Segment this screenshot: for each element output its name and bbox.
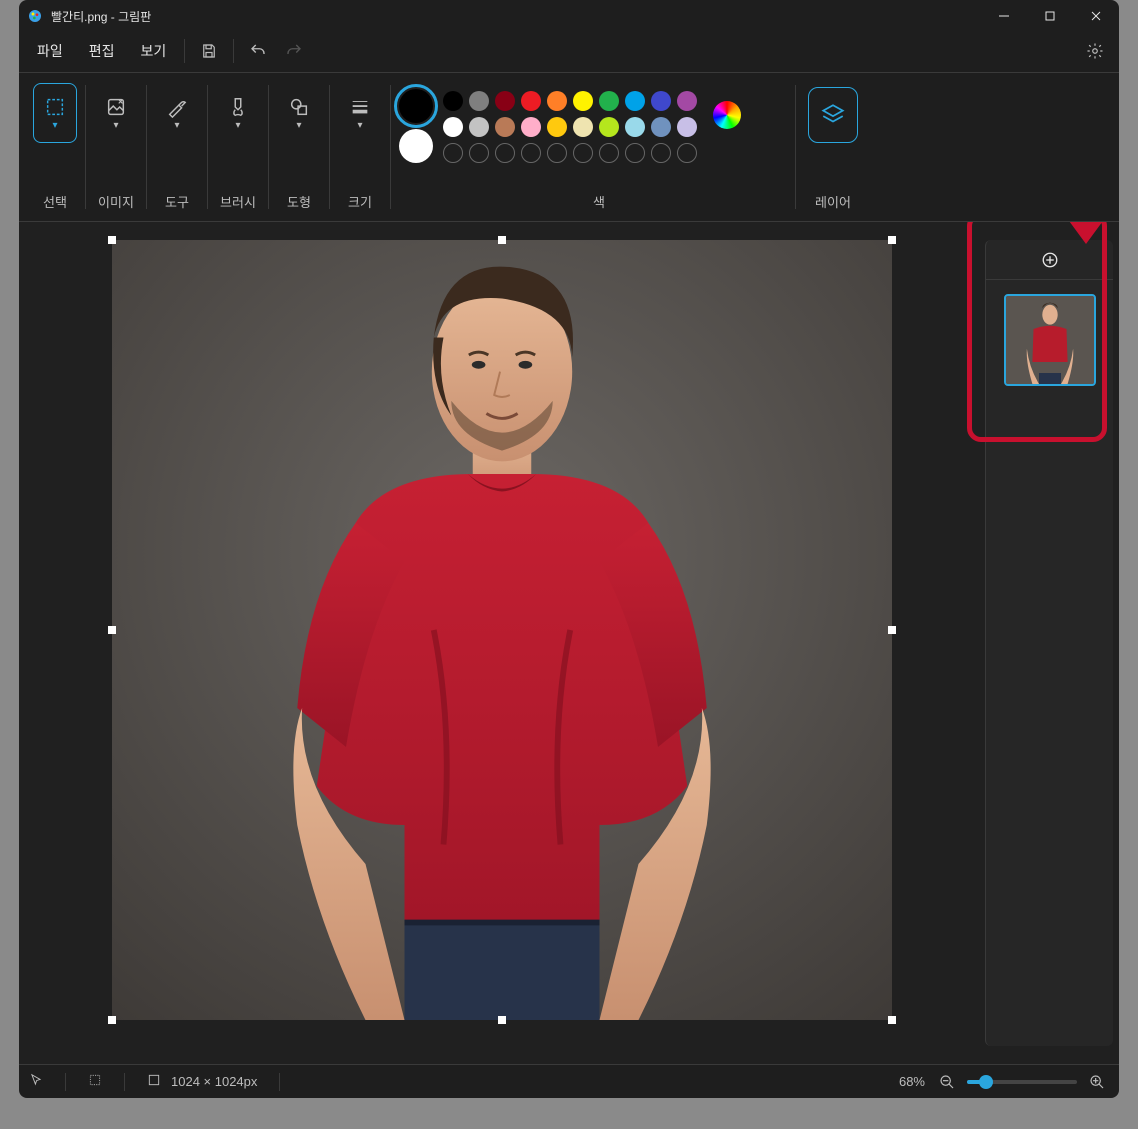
settings-button[interactable] [1077,35,1113,67]
resize-handle[interactable] [498,1016,506,1024]
tools-tool[interactable]: ▾ [155,83,199,143]
color-swatch[interactable] [651,117,671,137]
color-primary[interactable] [399,89,433,123]
color-swatch-empty[interactable] [547,143,567,163]
color-swatch[interactable] [443,117,463,137]
color-swatch[interactable] [521,91,541,111]
resize-handle[interactable] [888,626,896,634]
chevron-down-icon: ▾ [174,120,179,131]
color-swatch-empty[interactable] [625,143,645,163]
color-swatch[interactable] [599,91,619,111]
chevron-down-icon: ▾ [52,120,57,131]
color-swatch[interactable] [677,117,697,137]
shapes-tool[interactable]: ▾ [277,83,321,143]
color-swatch[interactable] [573,117,593,137]
menubar: 파일 편집 보기 [19,32,1119,72]
save-button[interactable] [191,35,227,67]
ribbon-label-select: 선택 [27,192,83,211]
ribbon-label-shape: 도형 [271,192,327,211]
color-swatch[interactable] [495,117,515,137]
resize-handle[interactable] [888,1016,896,1024]
chevron-down-icon: ▾ [113,120,118,131]
layers-button[interactable] [808,87,858,143]
color-swatch-empty[interactable] [599,143,619,163]
canvas-size-value: 1024 × 1024px [171,1074,257,1089]
menu-view[interactable]: 보기 [129,35,179,67]
menu-edit[interactable]: 편집 [77,35,127,67]
cursor-icon [29,1073,43,1090]
ribbon-label-tool: 도구 [149,192,205,211]
color-swatch[interactable] [547,91,567,111]
divider [233,39,234,63]
color-swatch[interactable] [677,91,697,111]
color-swatch-empty[interactable] [469,143,489,163]
color-swatch[interactable] [521,117,541,137]
ribbon-label-brush: 브러시 [210,192,266,211]
canvas-viewport[interactable] [19,222,985,1064]
ribbon-label-layer: 레이어 [798,192,868,211]
ribbon-label-size: 크기 [332,192,388,211]
ribbon-label-color: 색 [399,192,799,211]
titlebar: 빨간티.png - 그림판 [19,0,1119,32]
redo-button[interactable] [276,35,312,67]
chevron-down-icon: ▾ [296,120,301,131]
color-swatch[interactable] [625,117,645,137]
canvas-size-icon [147,1073,161,1090]
color-swatch-empty[interactable] [651,143,671,163]
menu-file[interactable]: 파일 [25,35,75,67]
color-swatch[interactable] [651,91,671,111]
brush-tool[interactable]: ▾ [216,83,260,143]
image-tool[interactable]: ▾ [94,83,138,143]
toolbar-ribbon: ▾ 선택 ▾ 이미지 ▾ 도구 ▾ 브러시 [19,72,1119,222]
color-swatch[interactable] [469,117,489,137]
canvas[interactable] [112,240,892,1020]
color-swatch[interactable] [547,117,567,137]
window-title: 빨간티.png - 그림판 [51,8,151,25]
color-swatch-empty[interactable] [521,143,541,163]
zoom-out-button[interactable] [935,1070,959,1094]
app-icon [27,8,43,24]
add-layer-button[interactable] [986,240,1113,280]
color-palette [443,83,697,163]
maximize-button[interactable] [1027,0,1073,32]
color-swatch[interactable] [573,91,593,111]
color-swatch[interactable] [469,91,489,111]
color-swatch[interactable] [625,91,645,111]
color-secondary[interactable] [399,129,433,163]
undo-button[interactable] [240,35,276,67]
chevron-down-icon: ▾ [235,120,240,131]
color-swatch[interactable] [495,91,515,111]
color-picker-button[interactable] [713,101,741,129]
workspace [19,222,1119,1064]
app-window: 빨간티.png - 그림판 파일 편집 보기 [19,0,1119,1098]
canvas-image [112,240,892,1020]
resize-handle[interactable] [108,1016,116,1024]
color-swatch-empty[interactable] [677,143,697,163]
selection-icon [88,1073,102,1090]
divider [184,39,185,63]
resize-handle[interactable] [108,236,116,244]
zoom-value: 68% [899,1074,925,1089]
statusbar: 1024 × 1024px 68% [19,1064,1119,1098]
layer-thumbnail[interactable] [1004,294,1096,386]
color-swatch-empty[interactable] [443,143,463,163]
color-swatch[interactable] [599,117,619,137]
resize-handle[interactable] [498,236,506,244]
window-controls [981,0,1119,32]
minimize-button[interactable] [981,0,1027,32]
zoom-slider[interactable] [967,1080,1077,1084]
zoom-in-button[interactable] [1085,1070,1109,1094]
chevron-down-icon: ▾ [357,120,362,131]
color-swatch[interactable] [443,91,463,111]
close-button[interactable] [1073,0,1119,32]
resize-handle[interactable] [888,236,896,244]
color-swatch-empty[interactable] [495,143,515,163]
color-swatch-empty[interactable] [573,143,593,163]
size-tool[interactable]: ▾ [338,83,382,143]
zoom-slider-thumb[interactable] [979,1075,993,1089]
layers-panel [985,240,1113,1046]
ribbon-label-image: 이미지 [88,192,144,211]
resize-handle[interactable] [108,626,116,634]
select-tool[interactable]: ▾ [33,83,77,143]
